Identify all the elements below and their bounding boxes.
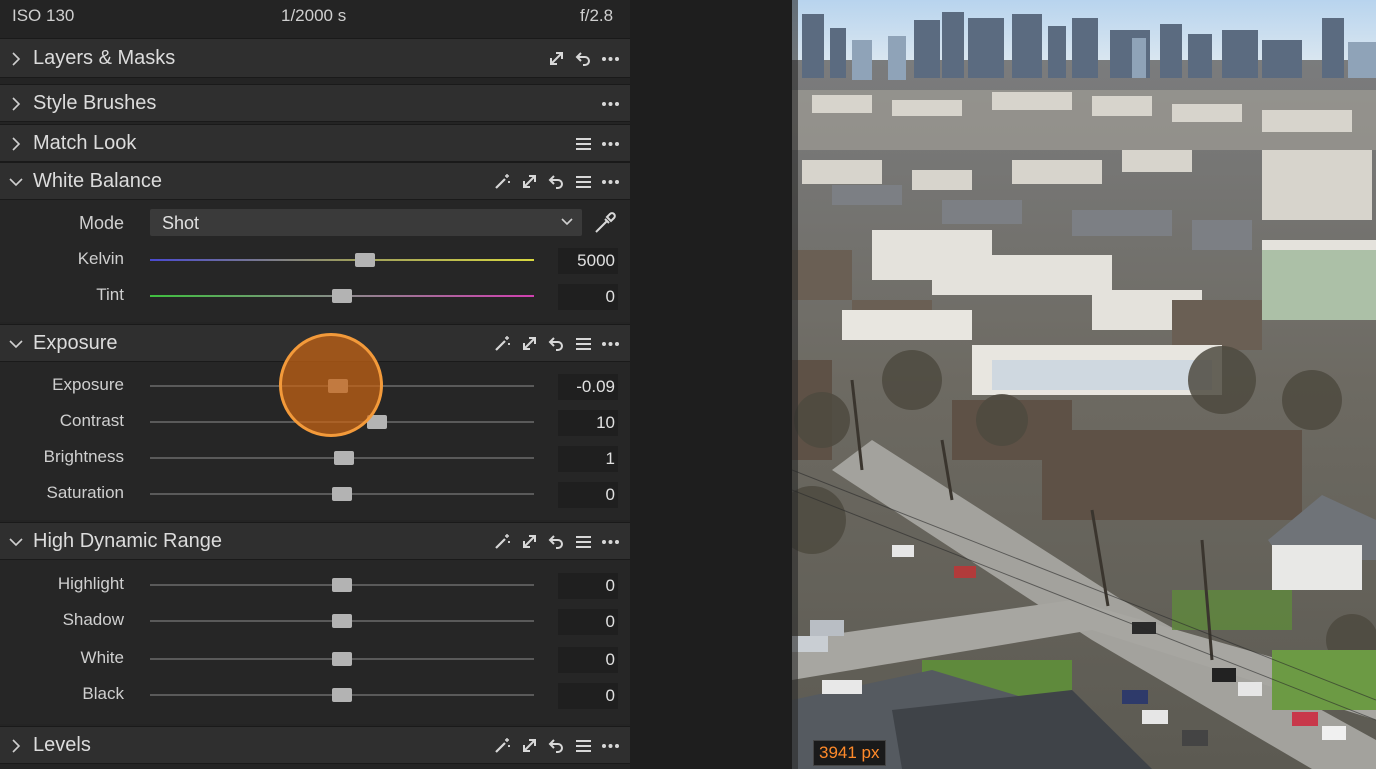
slider-row-saturation: Saturation 0 — [0, 479, 630, 509]
shadow-value[interactable]: 0 — [558, 609, 618, 635]
tool-title: High Dynamic Range — [33, 530, 222, 552]
slider-row-tint: Tint 0 — [0, 281, 630, 311]
kelvin-knob[interactable] — [355, 253, 376, 267]
more-icon[interactable] — [601, 334, 620, 353]
slider-label: Exposure — [52, 375, 124, 394]
tool-title: Exposure — [33, 332, 118, 354]
saturation-knob[interactable] — [332, 487, 352, 501]
chevron-right-icon[interactable] — [8, 136, 24, 152]
chevron-right-icon[interactable] — [8, 51, 24, 67]
reset-icon[interactable] — [574, 49, 593, 68]
kelvin-track[interactable] — [150, 259, 534, 261]
width-readout-badge: 3941 px — [813, 740, 886, 766]
more-icon[interactable] — [601, 49, 620, 68]
iso-readout: ISO 130 — [12, 6, 75, 25]
saturation-value[interactable]: 0 — [558, 482, 618, 508]
mode-label: Mode — [78, 213, 124, 233]
slider-label: Highlight — [57, 574, 124, 593]
tool-title: Layers & Masks — [33, 47, 176, 69]
black-value[interactable]: 0 — [558, 683, 618, 709]
slider-row-kelvin: Kelvin 5000 — [0, 245, 630, 275]
tool-header-match-look[interactable]: Match Look — [0, 124, 630, 162]
exif-bar: ISO 130 1/2000 s f/2.8 — [0, 0, 630, 34]
slider-label: White — [80, 648, 124, 667]
tint-knob[interactable] — [332, 289, 352, 303]
more-icon[interactable] — [601, 172, 620, 191]
tool-title: Style Brushes — [33, 92, 157, 114]
reset-icon[interactable] — [547, 172, 566, 191]
tool-panel: ISO 130 1/2000 s f/2.8 Layers & Masks St… — [0, 0, 630, 769]
menu-icon[interactable] — [574, 736, 593, 755]
menu-icon[interactable] — [574, 532, 593, 551]
menu-icon[interactable] — [574, 334, 593, 353]
aperture-readout: f/2.8 — [580, 6, 614, 25]
slider-row-white: White 0 — [0, 644, 630, 674]
tool-header-white-balance[interactable]: White Balance — [0, 162, 630, 200]
reset-icon[interactable] — [547, 532, 566, 551]
shutter-readout: 1/2000 s — [281, 6, 347, 25]
slider-row-highlight: Highlight 0 — [0, 570, 630, 600]
more-icon[interactable] — [601, 736, 620, 755]
slider-label: Contrast — [59, 411, 124, 430]
tool-title: Levels — [33, 734, 91, 756]
magic-wand-icon[interactable] — [493, 532, 512, 551]
menu-icon[interactable] — [574, 134, 593, 153]
aerial-city-photo — [792, 0, 1376, 769]
slider-label: Black — [82, 684, 124, 703]
chevron-down-icon[interactable] — [8, 534, 24, 550]
exposure-value[interactable]: -0.09 — [558, 374, 618, 400]
white-value[interactable]: 0 — [558, 647, 618, 673]
more-icon[interactable] — [601, 134, 620, 153]
tool-header-levels[interactable]: Levels — [0, 726, 630, 764]
tint-value[interactable]: 0 — [558, 284, 618, 310]
expand-icon[interactable] — [520, 172, 539, 191]
white-knob[interactable] — [332, 652, 352, 666]
reset-icon[interactable] — [547, 736, 566, 755]
tool-header-layers-masks[interactable]: Layers & Masks — [0, 38, 630, 78]
menu-icon[interactable] — [574, 172, 593, 191]
reset-icon[interactable] — [547, 334, 566, 353]
slider-label: Kelvin — [77, 249, 124, 268]
highlight-knob[interactable] — [332, 578, 352, 592]
chevron-right-icon[interactable] — [8, 96, 24, 112]
expand-icon[interactable] — [520, 334, 539, 353]
slider-label: Brightness — [43, 447, 124, 466]
chevron-down-icon — [561, 218, 573, 226]
wb-mode-select[interactable]: Shot — [150, 209, 582, 236]
more-icon[interactable] — [601, 94, 620, 113]
chevron-down-icon[interactable] — [8, 336, 24, 352]
slider-row-shadow: Shadow 0 — [0, 606, 630, 636]
image-viewer[interactable] — [792, 0, 1376, 769]
tool-title: White Balance — [33, 170, 162, 192]
highlight-value[interactable]: 0 — [558, 573, 618, 599]
eyedropper-icon[interactable] — [592, 210, 618, 236]
contrast-value[interactable]: 10 — [558, 410, 618, 436]
tool-header-style-brushes[interactable]: Style Brushes — [0, 84, 630, 122]
slider-row-brightness: Brightness 1 — [0, 443, 630, 473]
tool-header-hdr[interactable]: High Dynamic Range — [0, 522, 630, 560]
magic-wand-icon[interactable] — [493, 172, 512, 191]
expand-icon[interactable] — [520, 532, 539, 551]
slider-label: Tint — [96, 285, 124, 304]
brightness-knob[interactable] — [333, 451, 354, 465]
cursor-highlight — [279, 333, 383, 437]
wb-mode-value: Shot — [162, 213, 200, 233]
panel-gutter — [630, 0, 792, 769]
magic-wand-icon[interactable] — [493, 334, 512, 353]
more-icon[interactable] — [601, 532, 620, 551]
expand-icon[interactable] — [520, 736, 539, 755]
slider-label: Shadow — [62, 610, 124, 629]
slider-label: Saturation — [46, 483, 125, 502]
slider-row-black: Black 0 — [0, 680, 630, 710]
magic-wand-icon[interactable] — [493, 736, 512, 755]
black-knob[interactable] — [332, 688, 352, 702]
tool-title: Match Look — [33, 132, 137, 154]
chevron-down-icon[interactable] — [8, 174, 24, 190]
brightness-value[interactable]: 1 — [558, 446, 618, 472]
expand-icon[interactable] — [547, 49, 566, 68]
chevron-right-icon[interactable] — [8, 738, 24, 754]
kelvin-value[interactable]: 5000 — [558, 248, 618, 274]
shadow-knob[interactable] — [332, 614, 352, 628]
